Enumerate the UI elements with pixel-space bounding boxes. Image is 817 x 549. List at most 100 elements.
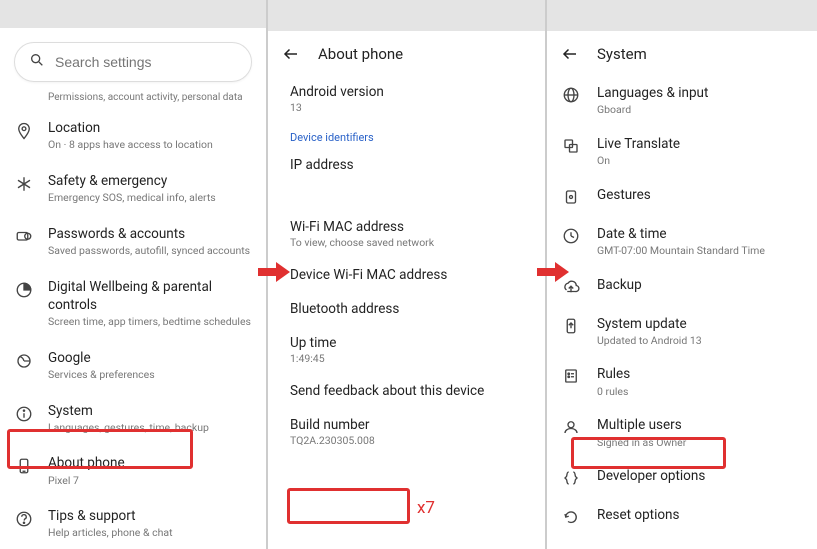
row-title: Live Translate <box>597 135 803 153</box>
search-icon <box>29 52 45 72</box>
status-bar <box>547 0 817 31</box>
row-title: Device Wi-Fi MAC address <box>290 267 523 283</box>
row-title: Passwords & accounts <box>48 225 252 243</box>
clock-icon <box>561 226 581 246</box>
row-title: About phone <box>48 454 252 472</box>
wellbeing-icon <box>14 280 34 300</box>
row-title: Send feedback about this device <box>290 383 523 399</box>
system-row-backup[interactable]: Backup <box>547 267 817 306</box>
row-subtitle: Saved passwords, autofill, synced accoun… <box>48 244 252 258</box>
row-subtitle: 1:49:45 <box>290 352 523 365</box>
row-subtitle: Gboard <box>597 103 803 117</box>
row-subtitle: Languages, gestures, time, backup <box>48 421 252 435</box>
arrow-annotation <box>256 260 292 284</box>
row-subtitle: Updated to Android 13 <box>597 334 803 348</box>
row-title: Build number <box>290 417 523 433</box>
about-row-wi-fi-mac-address[interactable]: Wi-Fi MAC addressTo view, choose saved n… <box>268 210 545 258</box>
row-title: Reset options <box>597 506 803 524</box>
row-title: System update <box>597 315 803 333</box>
row-subtitle: 13 <box>290 101 523 114</box>
row-subtitle: Services & preferences <box>48 368 252 382</box>
row-title: Multiple users <box>597 416 803 434</box>
about-row-bluetooth-address[interactable]: Bluetooth address <box>268 292 545 326</box>
row-title: IP address <box>290 157 523 173</box>
about-row-up-time[interactable]: Up time1:49:45 <box>268 326 545 374</box>
row-title: Location <box>48 119 252 137</box>
system-row-live-translate[interactable]: Live TranslateOn <box>547 126 817 177</box>
system-row-gestures[interactable]: Gestures <box>547 177 817 216</box>
row-subtitle: Help articles, phone & chat <box>48 526 252 540</box>
settings-row-system[interactable]: SystemLanguages, gestures, time, backup <box>0 392 266 445</box>
reset-icon <box>561 507 581 527</box>
row-subtitle: Screen time, app timers, bedtime schedul… <box>48 315 252 329</box>
settings-row-safety-emergency[interactable]: Safety & emergencyEmergency SOS, medical… <box>0 162 266 215</box>
settings-row-google[interactable]: GoogleServices & preferences <box>0 339 266 392</box>
arrow-annotation <box>535 260 571 284</box>
category-label: Device identifiers <box>268 123 545 148</box>
row-title: Android version <box>290 84 523 100</box>
row-subtitle: On · 8 apps have access to location <box>48 138 252 152</box>
system-row-multiple-users[interactable]: Multiple users Signed in as Owner <box>547 407 817 458</box>
row-subtitle: 0 rules <box>597 385 803 399</box>
panel-header: About phone <box>268 31 545 75</box>
status-bar <box>268 0 545 31</box>
system-row-reset-options[interactable]: Reset options <box>547 497 817 536</box>
row-subtitle: Pixel 7 <box>48 474 252 488</box>
system-row-languages-input[interactable]: Languages & inputGboard <box>547 75 817 126</box>
info-icon <box>14 404 34 424</box>
row-title: System <box>48 402 252 420</box>
update-icon <box>561 316 581 336</box>
row-title: Developer options <box>597 467 803 485</box>
settings-row-digital-wellbeing-parental-controls[interactable]: Digital Wellbeing & parental controlsScr… <box>0 268 266 339</box>
row-subtitle: On <box>597 154 803 168</box>
search-settings[interactable] <box>14 42 252 82</box>
help-icon <box>14 509 34 529</box>
settings-row-tips-support[interactable]: Tips & supportHelp articles, phone & cha… <box>0 497 266 549</box>
row-title: Bluetooth address <box>290 301 523 317</box>
settings-row-location[interactable]: LocationOn · 8 apps have access to locat… <box>0 109 266 162</box>
rules-icon <box>561 366 581 386</box>
back-icon[interactable] <box>282 45 300 63</box>
row-subtitle: Signed in as Owner <box>597 436 803 450</box>
row-subtitle: GMT-07:00 Mountain Standard Time <box>597 244 803 258</box>
about-row-send-feedback-about-this-device[interactable]: Send feedback about this device <box>268 374 545 408</box>
row-title: Safety & emergency <box>48 172 252 190</box>
back-icon[interactable] <box>561 45 579 63</box>
translate-icon <box>561 136 581 156</box>
tap-count-annotation: x7 <box>417 498 435 518</box>
key-icon <box>14 227 34 247</box>
settings-row-about-phone[interactable]: About phone Pixel 7 <box>0 444 266 497</box>
header-title: System <box>597 45 647 63</box>
system-row-rules[interactable]: Rules 0 rules <box>547 356 817 407</box>
row-subtitle: To view, choose saved network <box>290 236 523 249</box>
settings-row-passwords-accounts[interactable]: Passwords & accountsSaved passwords, aut… <box>0 215 266 268</box>
about-row-ip-address[interactable]: IP address <box>268 148 545 182</box>
about-row-device-wi-fi-mac-address[interactable]: Device Wi-Fi MAC address <box>268 258 545 292</box>
row-title: Rules <box>597 365 803 383</box>
row-title: Tips & support <box>48 507 252 525</box>
about-phone-panel: About phone Android version13Device iden… <box>267 0 546 549</box>
row-title: Up time <box>290 335 523 351</box>
pin-icon <box>14 121 34 141</box>
status-bar <box>0 0 266 28</box>
system-panel: System Languages & inputGboardLive Trans… <box>546 0 817 549</box>
row-title: Date & time <box>597 225 803 243</box>
braces-icon <box>561 468 581 488</box>
header-title: About phone <box>318 45 403 63</box>
row-title: Backup <box>597 276 803 294</box>
system-row-system-update[interactable]: System updateUpdated to Android 13 <box>547 306 817 357</box>
about-row-android-version[interactable]: Android version13 <box>268 75 545 123</box>
truncated-subtitle: Permissions, account activity, personal … <box>0 92 266 109</box>
search-input[interactable] <box>55 54 237 70</box>
row-subtitle: Emergency SOS, medical info, alerts <box>48 191 252 205</box>
system-row-developer-options[interactable]: Developer options <box>547 458 817 497</box>
row-title: Digital Wellbeing & parental controls <box>48 278 252 314</box>
gestures-icon <box>561 187 581 207</box>
row-title: Wi-Fi MAC address <box>290 219 523 235</box>
users-icon <box>561 417 581 437</box>
row-title: Languages & input <box>597 84 803 102</box>
system-row-date-time[interactable]: Date & timeGMT-07:00 Mountain Standard T… <box>547 216 817 267</box>
asterisk-icon <box>14 174 34 194</box>
row-title: Gestures <box>597 186 803 204</box>
about-row-build-number[interactable]: Build numberTQ2A.230305.008 <box>268 408 545 456</box>
